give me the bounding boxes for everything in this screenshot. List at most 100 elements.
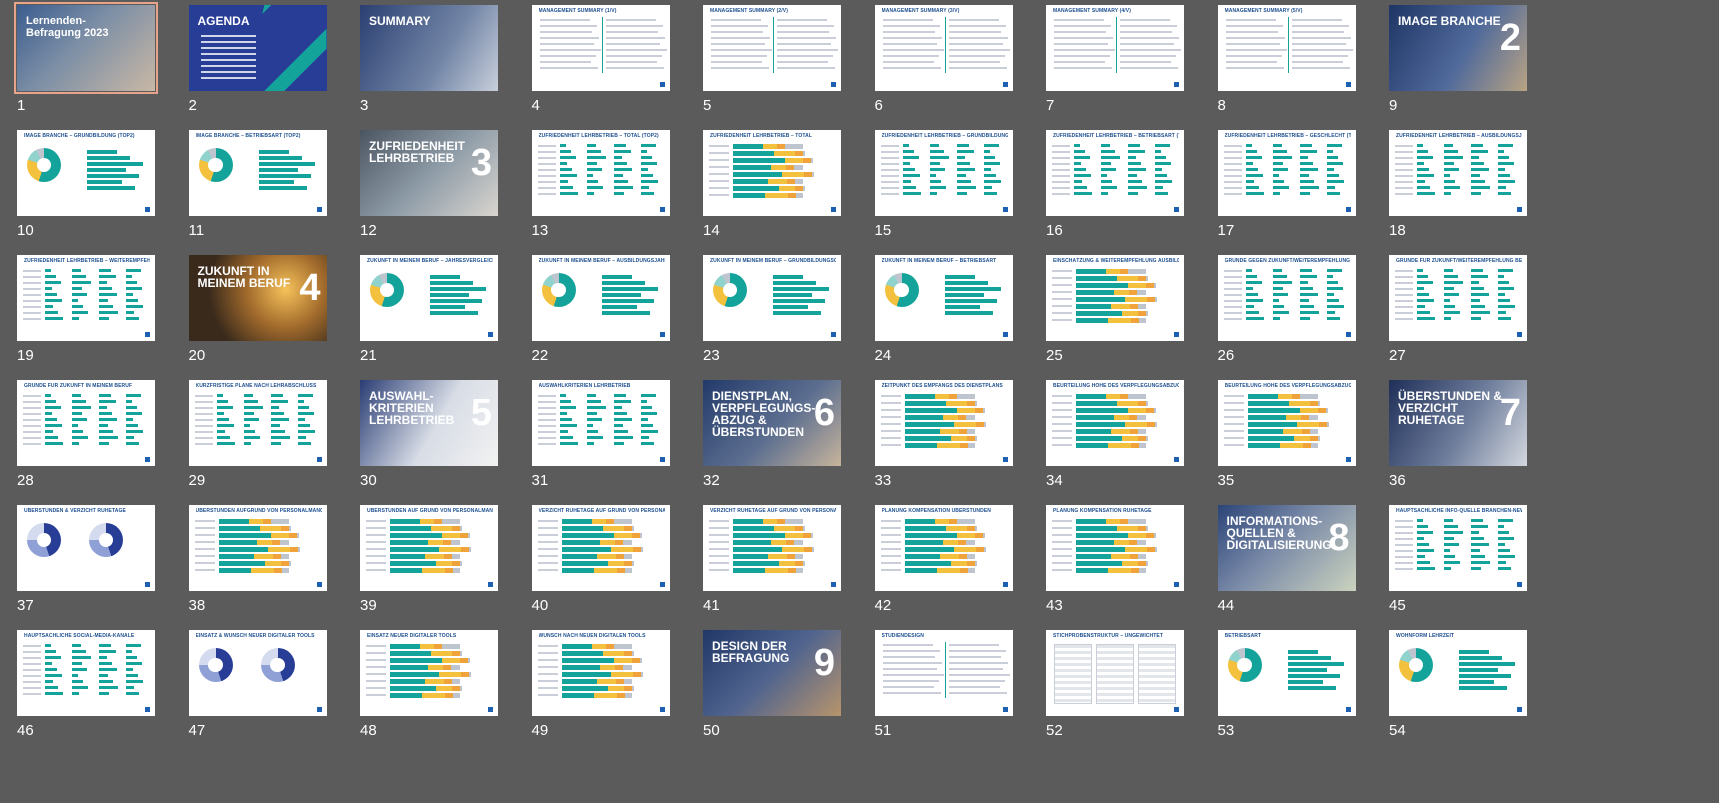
slide-thumbnail[interactable]: SUMMARY 3 [343,0,498,124]
slide-thumbnail[interactable]: Lernenden-Befragung 2023 1 [0,0,158,124]
slide-preview[interactable]: EINSATZ & WUNSCH NEUER DIGITALER TOOLS [188,630,327,716]
slide-preview[interactable]: ZUKUNFT IN MEINEM BERUF – BETRIEBSART [874,255,1013,341]
slide-preview[interactable]: AUSWAHL-KRITERIEN LEHRBETRIEB 5 [360,380,498,466]
slide-preview[interactable]: ZUKUNFT IN MEINEM BERUF – GRUNDBILDUNGSG… [703,255,841,341]
slide-preview[interactable]: BETRIEBSART [1217,630,1356,716]
slide-thumbnail[interactable]: ZUFRIEDENHEIT LEHRBETRIEB – BETRIEBSART … [1029,125,1184,249]
slide-thumbnail[interactable]: ZUKUNFT IN MEINEM BERUF – GRUNDBILDUNGSG… [686,250,841,374]
slide-preview[interactable]: ZEITPUNKT DES EMPFANGS DES DIENSTPLANS [874,380,1013,466]
slide-preview[interactable]: ZUKUNFT IN MEINEM BERUF – JAHRESVERGLEIC… [360,255,498,341]
slide-thumbnail[interactable]: DESIGN DER BEFRAGUNG 9 50 [686,625,841,749]
slide-thumbnail[interactable]: ZUKUNFT IN MEINEM BERUF – BETRIEBSART 24 [858,250,1013,374]
slide-thumbnail[interactable]: AUSWAHLKRITERIEN LEHRBETRIEB 31 [515,375,670,499]
slide-thumbnail[interactable]: MANAGEMENT SUMMARY (2/V) 5 [686,0,841,124]
slide-preview[interactable]: GRÜNDE GEGEN ZUKUNFT/WEITEREMPFEHLUNG BE… [1217,255,1356,341]
slide-thumbnail[interactable]: VERZICHT RUHETAGE AUF GRUND VON PERSONAL… [686,500,841,624]
slide-thumbnail[interactable]: MANAGEMENT SUMMARY (1/V) 4 [515,0,670,124]
slide-thumbnail[interactable]: MANAGEMENT SUMMARY (4/V) 7 [1029,0,1184,124]
slide-thumbnail[interactable]: ÜBERSTUNDEN AUFGRUND VON PERSONALMANGEL 3… [172,500,327,624]
slide-preview[interactable]: MANAGEMENT SUMMARY (4/V) [1046,5,1184,91]
slide-preview[interactable]: ZUKUNFT IN MEINEM BERUF – AUSBILDUNGSJAH… [531,255,670,341]
slide-thumbnail[interactable]: PLANUNG KOMPENSATION RUHETAGE 43 [1029,500,1184,624]
slide-thumbnail[interactable]: STUDIENDESIGN 51 [858,625,1013,749]
slide-preview[interactable]: MANAGEMENT SUMMARY (3/V) [874,5,1013,91]
slide-thumbnail[interactable]: MANAGEMENT SUMMARY (3/V) 6 [858,0,1013,124]
slide-thumbnail[interactable]: GRÜNDE FÜR ZUKUNFT IN MEINEM BERUF 28 [0,375,155,499]
slide-preview[interactable]: KURZFRISTIGE PLÄNE NACH LEHRABSCHLUSS [188,380,327,466]
slide-preview[interactable]: GRÜNDE FÜR ZUKUNFT/WEITEREMPFEHLUNG BERU… [1389,255,1527,341]
slide-thumbnail[interactable]: ÜBERSTUNDEN AUF GRUND VON PERSONALMANGEL… [343,500,498,624]
slide-preview[interactable]: SUMMARY [360,5,498,91]
slide-preview[interactable]: PLANUNG KOMPENSATION RUHETAGE [1046,505,1184,591]
slide-preview[interactable]: INFORMATIONS-QUELLEN & DIGITALISIERUNG 8 [1217,505,1356,591]
slide-preview[interactable]: ZUFRIEDENHEIT LEHRBETRIEB – TOTAL [703,130,841,216]
slide-thumbnail[interactable]: ÜBERSTUNDEN & VERZICHT RUHETAGE 37 [0,500,155,624]
slide-thumbnail[interactable]: BEURTEILUNG HÖHE DES VERPFLEGUNGSABZUGS 3… [1201,375,1356,499]
slide-thumbnail[interactable]: STICHPROBENSTRUKTUR – UNGEWICHTET 52 [1029,625,1184,749]
slide-thumbnail[interactable]: BEURTEILUNG HÖHE DES VERPFLEGUNGSABZUGS 3… [1029,375,1184,499]
slide-preview[interactable]: EINSCHÄTZUNG & WEITEREMPFEHLUNG AUSBILDU… [1046,255,1184,341]
slide-thumbnail[interactable]: EINSCHÄTZUNG & WEITEREMPFEHLUNG AUSBILDU… [1029,250,1184,374]
slide-thumbnail[interactable]: HAUPTSÄCHLICHE SOCIAL-MEDIA-KANÄLE 46 [0,625,155,749]
slide-preview[interactable]: ZUFRIEDENHEIT LEHRBETRIEB 3 [360,130,498,216]
slide-thumbnail[interactable]: GRÜNDE FÜR ZUKUNFT/WEITEREMPFEHLUNG BERU… [1372,250,1527,374]
slide-thumbnail[interactable]: EINSATZ NEUER DIGITALER TOOLS 48 [343,625,498,749]
slide-preview[interactable]: WOHNFORM LEHRZEIT [1389,630,1527,716]
slide-preview[interactable]: ÜBERSTUNDEN AUFGRUND VON PERSONALMANGEL [188,505,327,591]
slide-thumbnail[interactable]: AUSWAHL-KRITERIEN LEHRBETRIEB 5 30 [343,375,498,499]
slide-thumbnail[interactable]: ZUKUNFT IN MEINEM BERUF – JAHRESVERGLEIC… [343,250,498,374]
slide-thumbnail[interactable]: ZEITPUNKT DES EMPFANGS DES DIENSTPLANS 33 [858,375,1013,499]
slide-thumbnail[interactable]: ZUFRIEDENHEIT LEHRBETRIEB – GRUNDBILDUNG… [858,125,1013,249]
slide-thumbnail[interactable]: ZUFRIEDENHEIT LEHRBETRIEB – GESCHLECHT (… [1201,125,1356,249]
slide-preview[interactable]: ÜBERSTUNDEN & VERZICHT RUHETAGE 7 [1389,380,1527,466]
slide-thumbnail[interactable]: ZUFRIEDENHEIT LEHRBETRIEB – TOTAL (TOP2)… [515,125,670,249]
slide-preview[interactable]: ZUFRIEDENHEIT LEHRBETRIEB – AUSBILDUNGSJ… [1389,130,1527,216]
slide-thumbnail[interactable]: HAUPTSÄCHLICHE INFO-QUELLE BRANCHEN-NEWS… [1372,500,1527,624]
slide-thumbnail[interactable]: PLANUNG KOMPENSATION ÜBERSTUNDEN 42 [858,500,1013,624]
slide-preview[interactable]: Lernenden-Befragung 2023 [14,2,158,94]
slide-preview[interactable]: HAUPTSÄCHLICHE SOCIAL-MEDIA-KANÄLE [17,630,155,716]
slide-thumbnail[interactable]: ZUKUNFT IN MEINEM BERUF 4 20 [172,250,327,374]
slide-preview[interactable]: EINSATZ NEUER DIGITALER TOOLS [360,630,498,716]
slide-preview[interactable]: AUSWAHLKRITERIEN LEHRBETRIEB [531,380,670,466]
slide-preview[interactable]: IMAGE BRANCHE – GRUNDBILDUNG (TOP2) [17,130,155,216]
slide-thumbnail[interactable]: EINSATZ & WUNSCH NEUER DIGITALER TOOLS 47 [172,625,327,749]
slide-preview[interactable]: BEURTEILUNG HÖHE DES VERPFLEGUNGSABZUGS [1217,380,1356,466]
slide-preview[interactable]: AGENDA [188,5,327,91]
slide-preview[interactable]: MANAGEMENT SUMMARY (5/V) [1217,5,1356,91]
slide-preview[interactable]: DESIGN DER BEFRAGUNG 9 [703,630,841,716]
slide-thumbnail[interactable]: INFORMATIONS-QUELLEN & DIGITALISIERUNG 8 4… [1201,500,1356,624]
slide-preview[interactable]: PLANUNG KOMPENSATION ÜBERSTUNDEN [874,505,1013,591]
slide-preview[interactable]: MANAGEMENT SUMMARY (1/V) [531,5,670,91]
slide-thumbnail[interactable]: ZUFRIEDENHEIT LEHRBETRIEB – TOTAL 14 [686,125,841,249]
slide-preview[interactable]: VERZICHT RUHETAGE AUF GRUND VON PERSONAL… [531,505,670,591]
slide-thumbnail[interactable]: GRÜNDE GEGEN ZUKUNFT/WEITEREMPFEHLUNG BE… [1201,250,1356,374]
slide-thumbnail[interactable]: ÜBERSTUNDEN & VERZICHT RUHETAGE 7 36 [1372,375,1527,499]
slide-preview[interactable]: IMAGE BRANCHE 2 [1389,5,1527,91]
slide-preview[interactable]: ZUFRIEDENHEIT LEHRBETRIEB – BETRIEBSART … [1046,130,1184,216]
slide-preview[interactable]: WUNSCH NACH NEUEN DIGITALEN TOOLS [531,630,670,716]
slide-thumbnail[interactable]: ZUFRIEDENHEIT LEHRBETRIEB – WEITEREMPFEH… [0,250,155,374]
slide-thumbnail[interactable]: ZUFRIEDENHEIT LEHRBETRIEB – AUSBILDUNGSJ… [1372,125,1527,249]
slide-thumbnail[interactable]: BETRIEBSART 53 [1201,625,1356,749]
slide-preview[interactable]: HAUPTSÄCHLICHE INFO-QUELLE BRANCHEN-NEWS [1389,505,1527,591]
slide-preview[interactable]: MANAGEMENT SUMMARY (2/V) [703,5,841,91]
slide-thumbnail[interactable]: IMAGE BRANCHE – BETRIEBSART (TOP2) 11 [172,125,327,249]
slide-preview[interactable]: IMAGE BRANCHE – BETRIEBSART (TOP2) [188,130,327,216]
slide-preview[interactable]: ÜBERSTUNDEN AUF GRUND VON PERSONALMANGEL [360,505,498,591]
slide-thumbnail[interactable]: ZUFRIEDENHEIT LEHRBETRIEB 3 12 [343,125,498,249]
slide-thumbnail[interactable]: WUNSCH NACH NEUEN DIGITALEN TOOLS 49 [515,625,670,749]
slide-thumbnail[interactable]: DIENSTPLAN, VERPFLEGUNGS-ABZUG & ÜBERSTU… [686,375,841,499]
slide-preview[interactable]: STICHPROBENSTRUKTUR – UNGEWICHTET [1046,630,1184,716]
slide-preview[interactable]: ZUFRIEDENHEIT LEHRBETRIEB – WEITEREMPFEH… [17,255,155,341]
slide-preview[interactable]: BEURTEILUNG HÖHE DES VERPFLEGUNGSABZUGS [1046,380,1184,466]
slide-thumbnail[interactable]: WOHNFORM LEHRZEIT 54 [1372,625,1527,749]
slide-thumbnail[interactable]: MANAGEMENT SUMMARY (5/V) 8 [1201,0,1356,124]
slide-thumbnail[interactable]: AGENDA 2 [172,0,327,124]
slide-preview[interactable]: VERZICHT RUHETAGE AUF GRUND VON PERSONAL… [703,505,841,591]
slide-preview[interactable]: ZUKUNFT IN MEINEM BERUF 4 [188,255,327,341]
slide-thumbnail[interactable]: ZUKUNFT IN MEINEM BERUF – AUSBILDUNGSJAH… [515,250,670,374]
slide-preview[interactable]: ZUFRIEDENHEIT LEHRBETRIEB – GESCHLECHT (… [1217,130,1356,216]
slide-preview[interactable]: GRÜNDE FÜR ZUKUNFT IN MEINEM BERUF [17,380,155,466]
slide-thumbnail[interactable]: IMAGE BRANCHE – GRUNDBILDUNG (TOP2) 10 [0,125,155,249]
